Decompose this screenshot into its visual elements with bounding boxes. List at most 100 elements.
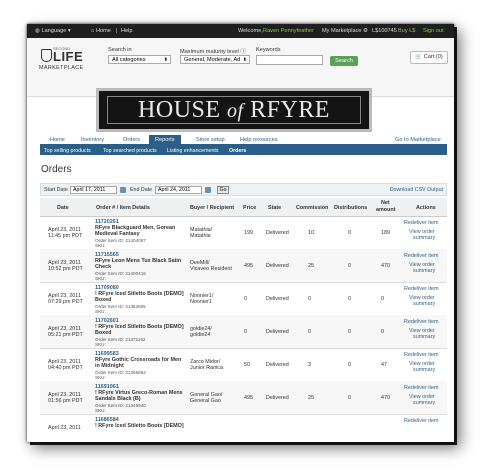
logo-marketplace: MARKETPLACE: [39, 65, 84, 71]
chevron-down-icon: ⬍: [242, 57, 247, 63]
sku: SKU:: [95, 342, 106, 347]
calendar-icon[interactable]: [120, 187, 126, 193]
net-amount: 189: [381, 230, 390, 236]
tab-reports[interactable]: Reports: [149, 135, 181, 144]
view-order-summary-link-2[interactable]: summary: [413, 400, 435, 406]
browser-page: ◍ Language ▾ ⌂ Home | Help Welcome, Rave…: [27, 24, 454, 442]
price: 50: [244, 362, 250, 368]
recipient-name: Junior Ranica: [190, 365, 223, 371]
commission: 0: [308, 329, 311, 335]
chevron-down-icon: ⬍: [163, 57, 168, 63]
redeliver-item-link[interactable]: Redeliver item: [404, 352, 438, 358]
recipient-name: General Gao: [190, 398, 221, 404]
distributions: 0: [348, 296, 351, 302]
col-distributions: Distributions: [334, 205, 368, 211]
calendar-icon[interactable]: [205, 187, 211, 193]
order-time: 01:56 pm PDT: [48, 398, 83, 404]
view-order-summary-link-2[interactable]: summary: [413, 301, 435, 307]
col-buyer: Buyer / Recipient: [190, 205, 235, 211]
net-amount: 0: [381, 296, 384, 302]
cart-button[interactable]: 🛒 Cart (0): [410, 51, 448, 64]
commission: 25: [308, 395, 314, 401]
redeliver-item-link[interactable]: Redeliver item: [404, 385, 438, 391]
item-name: ! RFyre Virtus Greco-Roman Mens Sandals …: [95, 390, 183, 402]
distributions: 0: [348, 329, 351, 335]
table-row: April 23, 2011 01:56 pm PDT 11691061! RFyr…: [40, 381, 447, 415]
buy-ls-link[interactable]: Buy L$: [398, 28, 415, 34]
welcome-text: Welcome,: [238, 28, 263, 34]
state: Delivered: [266, 362, 289, 368]
my-marketplace-link[interactable]: My Marketplace ⚙: [322, 28, 368, 34]
top-bar: ◍ Language ▾ ⌂ Home | Help Welcome, Rave…: [27, 24, 454, 38]
col-net-1: Net: [381, 200, 390, 206]
price: 0: [244, 296, 247, 302]
col-state: State: [268, 205, 282, 211]
start-date-label: Start Date: [44, 187, 68, 193]
subnav-top-searched[interactable]: Top searched products: [103, 148, 157, 154]
page-title: Orders: [41, 164, 72, 175]
view-order-summary-link-2[interactable]: summary: [413, 367, 435, 373]
sku: SKU:: [95, 309, 106, 314]
redeliver-item-link[interactable]: Redeliver item: [404, 418, 438, 424]
price: 0: [244, 329, 247, 335]
maturity-value: General, Moderate, Ad: [184, 57, 241, 63]
commission: 10: [308, 230, 314, 236]
subnav-orders[interactable]: Orders: [229, 148, 246, 154]
redeliver-item-link[interactable]: Redeliver item: [404, 220, 438, 226]
go-to-marketplace-link[interactable]: Go to Marketplace: [395, 137, 441, 143]
category-select[interactable]: All categories ⬍: [108, 55, 171, 64]
language-menu[interactable]: ◍ Language ▾: [35, 28, 71, 34]
user-name-link[interactable]: Raven Pennyfeather: [263, 28, 314, 34]
col-order: Order # / Item Details: [96, 205, 150, 211]
table-row: April 23, 2011 11686584! RFyre Iced Stile…: [40, 414, 447, 442]
banner-word-of: of: [227, 100, 244, 122]
subnav-top-selling[interactable]: Top selling products: [44, 148, 91, 154]
tab-help-resources[interactable]: Help resources: [240, 137, 278, 143]
redeliver-item-link[interactable]: Redeliver item: [404, 286, 438, 292]
recipient-name: Noonier1: [190, 299, 212, 305]
state: Delivered: [266, 329, 289, 335]
tab-inventory[interactable]: Inventory: [81, 137, 104, 143]
end-date-input[interactable]: April 24, 2011: [155, 186, 202, 194]
my-marketplace-label: My Marketplace: [322, 28, 362, 34]
search-button[interactable]: Search: [330, 56, 358, 66]
sku: SKU:: [95, 276, 106, 281]
state: Delivered: [266, 263, 289, 269]
view-order-summary-link-2[interactable]: summary: [413, 334, 435, 340]
price: 495: [244, 263, 253, 269]
tab-orders[interactable]: Orders: [123, 137, 140, 143]
start-date-input[interactable]: April 17, 2011: [70, 186, 117, 194]
redeliver-item-link[interactable]: Redeliver item: [404, 253, 438, 259]
net-amount: 0: [381, 329, 384, 335]
item-name: RFyre Blackguard Men, Gorean Medieval Fa…: [95, 225, 176, 237]
table-row: April 23, 2011 05:21 pm PDT 11702601! RFyr…: [40, 315, 447, 349]
globe-icon: ◍: [35, 28, 40, 34]
keywords-input[interactable]: [256, 55, 323, 65]
table-row: April 23, 2011 10:52 pm PDT 11715565 RFyre …: [40, 249, 447, 283]
order-time: 05:21 pm PDT: [48, 332, 83, 338]
sign-out-link[interactable]: Sign out: [423, 28, 444, 34]
view-order-summary-link-2[interactable]: summary: [413, 268, 435, 274]
col-actions: Actions: [416, 205, 436, 211]
col-commission: Commission: [296, 205, 329, 211]
store-banner: HOUSE of RFYRE: [96, 88, 372, 132]
tab-store-setup[interactable]: Store setup: [196, 137, 225, 143]
cart-label: Cart (0): [423, 54, 443, 60]
maturity-select[interactable]: General, Moderate, Ad ⬍: [180, 55, 250, 64]
view-order-summary-link-2[interactable]: summary: [413, 235, 435, 241]
download-csv-link[interactable]: Download CSV Output: [390, 187, 443, 193]
state: Delivered: [266, 395, 289, 401]
banner-title: HOUSE of RFYRE: [99, 97, 369, 124]
redeliver-item-link[interactable]: Redeliver item: [404, 319, 438, 325]
distributions: 0: [348, 263, 351, 269]
gear-icon: ⚙: [363, 28, 369, 34]
go-button[interactable]: Go: [217, 186, 229, 194]
home-link[interactable]: ⌂ Home: [91, 28, 111, 34]
price: 199: [244, 230, 253, 236]
help-link[interactable]: Help: [121, 28, 133, 34]
recipient-name: Vicaveo Resident: [190, 266, 232, 272]
tab-home[interactable]: Home: [50, 137, 65, 143]
logo-life: LIFE: [53, 49, 84, 64]
subnav-listing-enhancements[interactable]: Listing enhancements: [167, 148, 219, 154]
distributions: 0: [348, 362, 351, 368]
